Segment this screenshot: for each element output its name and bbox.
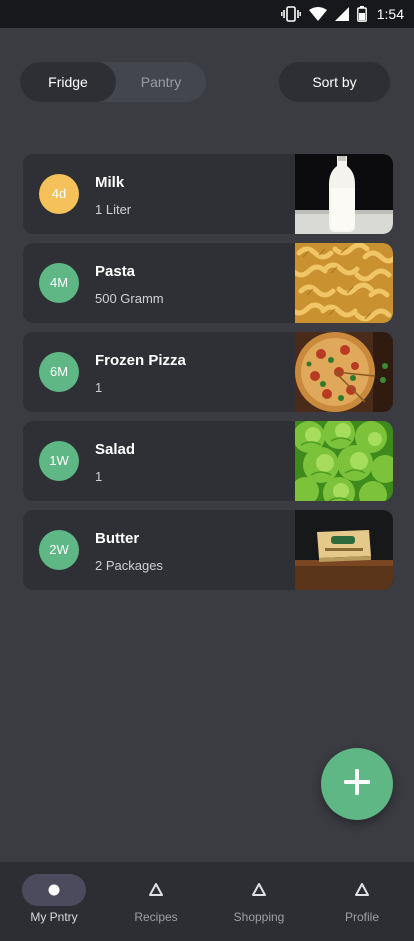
- tab-pantry[interactable]: Pantry: [116, 62, 206, 102]
- add-item-button[interactable]: [321, 748, 393, 820]
- item-name: Salad: [95, 441, 136, 458]
- status-time: 1:54: [376, 6, 404, 22]
- signal-icon: [334, 7, 349, 21]
- plus-icon: [342, 767, 372, 802]
- item-name: Milk: [95, 174, 125, 191]
- expiry-badge: 6M: [39, 352, 79, 392]
- nav-item-my-pantry[interactable]: My Pntry: [2, 862, 106, 941]
- dot-icon: [45, 881, 63, 899]
- lettuce-image: [295, 421, 393, 501]
- item-name: Butter: [95, 530, 140, 547]
- list-item[interactable]: 4M Pasta 500 Gramm: [23, 243, 393, 323]
- item-quantity: 500 Gramm: [95, 291, 164, 306]
- nav-label: Profile: [344, 910, 379, 924]
- nav-label: My Pntry: [30, 910, 78, 924]
- status-icons: 1:54: [280, 0, 404, 28]
- vibrate-icon: [280, 6, 301, 22]
- expiry-badge: 4d: [39, 174, 79, 214]
- triangle-icon: [250, 881, 268, 899]
- expiry-badge: 1W: [39, 441, 79, 481]
- item-quantity: 1: [95, 380, 103, 395]
- nav-item-profile[interactable]: Profile: [310, 862, 414, 941]
- butter-package-image: [295, 510, 393, 590]
- wifi-icon: [308, 7, 327, 21]
- expiry-badge: 2W: [39, 530, 79, 570]
- bottom-navigation: My Pntry Recipes Shopping Profile: [0, 862, 414, 941]
- storage-toggle: Fridge Pantry: [20, 62, 206, 102]
- list-item[interactable]: 2W Butter 2 Packages: [23, 510, 393, 590]
- nav-item-shopping[interactable]: Shopping: [207, 862, 311, 941]
- triangle-icon: [353, 881, 371, 899]
- nav-label: Recipes: [134, 910, 178, 924]
- battery-icon: [356, 6, 367, 22]
- pizza-image: [295, 332, 393, 412]
- expiry-badge: 4M: [39, 263, 79, 303]
- milk-bottle-image: [295, 154, 393, 234]
- list-item[interactable]: 4d Milk 1 Liter: [23, 154, 393, 234]
- item-quantity: 2 Packages: [95, 558, 163, 573]
- item-name: Pasta: [95, 263, 136, 280]
- item-name: Frozen Pizza: [95, 352, 186, 369]
- nav-item-recipes[interactable]: Recipes: [104, 862, 208, 941]
- item-quantity: 1 Liter: [95, 202, 132, 217]
- status-bar: 1:54: [0, 0, 414, 28]
- sort-by-button[interactable]: Sort by: [279, 62, 390, 102]
- list-item[interactable]: 1W Salad 1: [23, 421, 393, 501]
- fusilli-pasta-image: [295, 243, 393, 323]
- list-item[interactable]: 6M Frozen Pizza 1: [23, 332, 393, 412]
- tab-fridge[interactable]: Fridge: [20, 62, 116, 102]
- item-quantity: 1: [95, 469, 103, 484]
- nav-label: Shopping: [233, 910, 285, 924]
- triangle-icon: [147, 881, 165, 899]
